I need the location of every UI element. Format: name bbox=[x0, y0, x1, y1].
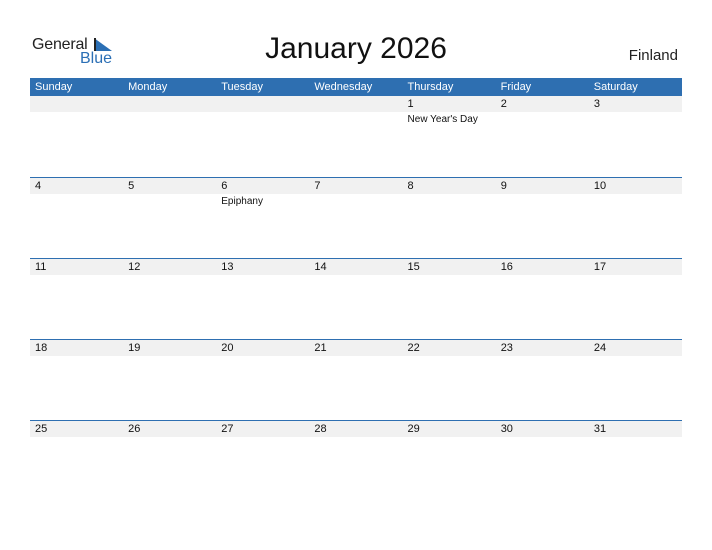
day-cell: 4 bbox=[30, 178, 123, 258]
day-number: 5 bbox=[128, 180, 135, 192]
day-cell: 8 bbox=[403, 178, 496, 258]
day-number: 3 bbox=[593, 98, 600, 110]
day-number: 31 bbox=[593, 423, 607, 435]
day-number: 13 bbox=[221, 261, 234, 273]
day-number: 12 bbox=[128, 261, 141, 273]
holiday-label: New Year's Day bbox=[407, 114, 478, 125]
day-cell: 10 bbox=[589, 178, 682, 258]
day-number: 21 bbox=[314, 342, 327, 354]
day-number: 10 bbox=[593, 180, 607, 192]
day-cell bbox=[30, 96, 123, 177]
day-number: 18 bbox=[35, 342, 48, 354]
country-label: Finland bbox=[628, 47, 678, 64]
day-cell: 9 bbox=[496, 178, 589, 258]
day-cell: 18 bbox=[30, 340, 123, 420]
day-cell bbox=[309, 96, 402, 177]
day-cell: 25 bbox=[30, 421, 123, 501]
calendar-grid: Sunday Monday Tuesday Wednesday Thursday Frid… bbox=[30, 78, 682, 501]
weekday-friday: Friday bbox=[500, 81, 532, 93]
holiday-label: Epiphany bbox=[221, 196, 263, 207]
day-number: 11 bbox=[35, 261, 47, 273]
day-number: 25 bbox=[35, 423, 48, 435]
day-number: 24 bbox=[593, 342, 607, 354]
day-cell: 17 bbox=[589, 259, 682, 339]
day-cell: 19 bbox=[123, 340, 216, 420]
day-cell: 26 bbox=[123, 421, 216, 501]
day-cell: 28 bbox=[309, 421, 402, 501]
day-number: 6 bbox=[221, 180, 228, 192]
day-number: 22 bbox=[407, 342, 420, 354]
day-cell bbox=[216, 96, 309, 177]
week-row: 25 26 27 28 29 30 31 bbox=[30, 420, 682, 501]
day-cell: 13 bbox=[216, 259, 309, 339]
day-number: 20 bbox=[221, 342, 234, 354]
day-cell: 15 bbox=[403, 259, 496, 339]
weekday-tuesday: Tuesday bbox=[221, 81, 264, 93]
day-cell: 3 bbox=[589, 96, 682, 177]
week-row: 11 12 13 14 15 16 17 bbox=[30, 258, 682, 339]
weekday-saturday: Saturday bbox=[593, 81, 638, 93]
day-number: 29 bbox=[407, 423, 420, 435]
day-cell: 24 bbox=[589, 340, 682, 420]
day-number: 30 bbox=[500, 423, 513, 435]
day-number: 19 bbox=[128, 342, 141, 354]
day-cell: 22 bbox=[403, 340, 496, 420]
week-row: 1 New Year's Day 2 3 bbox=[30, 96, 682, 177]
day-cell: 7 bbox=[309, 178, 402, 258]
day-number: 28 bbox=[314, 423, 327, 435]
day-number: 26 bbox=[128, 423, 141, 435]
day-number: 4 bbox=[35, 180, 42, 192]
day-number: 17 bbox=[593, 261, 607, 273]
weekday-sunday: Sunday bbox=[35, 81, 73, 93]
page-title: January 2026 bbox=[265, 32, 447, 65]
day-cell: 20 bbox=[216, 340, 309, 420]
day-number: 15 bbox=[407, 261, 420, 273]
day-cell: 29 bbox=[403, 421, 496, 501]
day-cell: 6 Epiphany bbox=[216, 178, 309, 258]
day-cell: 1 New Year's Day bbox=[403, 96, 496, 177]
week-row: 4 5 6 Epiphany 7 8 9 10 bbox=[30, 177, 682, 258]
weekday-header: Sunday Monday Tuesday Wednesday Thursday Frid… bbox=[30, 78, 682, 96]
day-cell: 14 bbox=[309, 259, 402, 339]
day-cell bbox=[123, 96, 216, 177]
day-number: 7 bbox=[314, 180, 321, 192]
day-cell: 12 bbox=[123, 259, 216, 339]
day-number: 2 bbox=[500, 98, 507, 110]
day-number: 8 bbox=[407, 180, 414, 192]
day-number: 9 bbox=[500, 180, 507, 192]
day-number: 23 bbox=[500, 342, 513, 354]
week-row: 18 19 20 21 22 23 24 bbox=[30, 339, 682, 420]
day-cell: 2 bbox=[496, 96, 589, 177]
day-number: 14 bbox=[314, 261, 327, 273]
day-cell: 21 bbox=[309, 340, 402, 420]
day-cell: 16 bbox=[496, 259, 589, 339]
day-cell: 31 bbox=[589, 421, 682, 501]
day-cell: 11 bbox=[30, 259, 123, 339]
weekday-monday: Monday bbox=[128, 81, 168, 93]
day-cell: 5 bbox=[123, 178, 216, 258]
day-number: 16 bbox=[500, 261, 513, 273]
day-cell: 23 bbox=[496, 340, 589, 420]
day-cell: 27 bbox=[216, 421, 309, 501]
day-number: 1 bbox=[407, 98, 414, 110]
day-cell: 30 bbox=[496, 421, 589, 501]
weekday-wednesday: Wednesday bbox=[314, 81, 373, 93]
day-number: 27 bbox=[221, 423, 234, 435]
weekday-thursday: Thursday bbox=[407, 81, 454, 93]
